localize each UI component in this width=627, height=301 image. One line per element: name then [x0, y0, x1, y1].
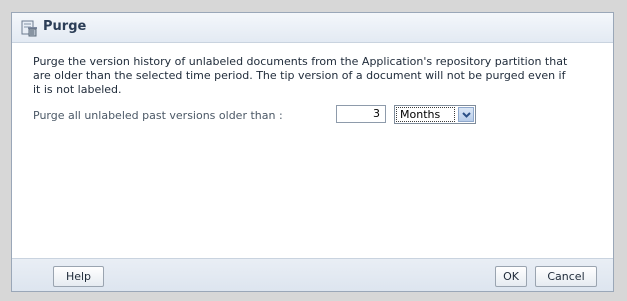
chevron-down-icon [462, 112, 471, 118]
dropdown-button[interactable] [458, 107, 474, 122]
dialog-footer: Help OK Cancel [12, 258, 613, 291]
cancel-button[interactable]: Cancel [535, 266, 597, 287]
purge-age-label: Purge all unlabeled past versions older … [33, 109, 283, 122]
ok-button[interactable]: OK [495, 266, 527, 287]
dialog-title: Purge [43, 19, 87, 34]
trash-can-icon [20, 19, 38, 37]
dialog-content: Purge the version history of unlabeled d… [33, 55, 593, 97]
age-unit-value: Months [396, 107, 455, 122]
age-unit-select[interactable]: Months [394, 105, 476, 124]
help-button[interactable]: Help [53, 266, 104, 287]
dialog-titlebar: Purge [12, 13, 613, 43]
age-value-input[interactable]: 3 [336, 105, 386, 123]
purge-dialog: Purge Purge the version history of unlab… [11, 12, 614, 292]
purge-description: Purge the version history of unlabeled d… [33, 55, 568, 96]
purge-age-row: Purge all unlabeled past versions older … [33, 105, 603, 129]
